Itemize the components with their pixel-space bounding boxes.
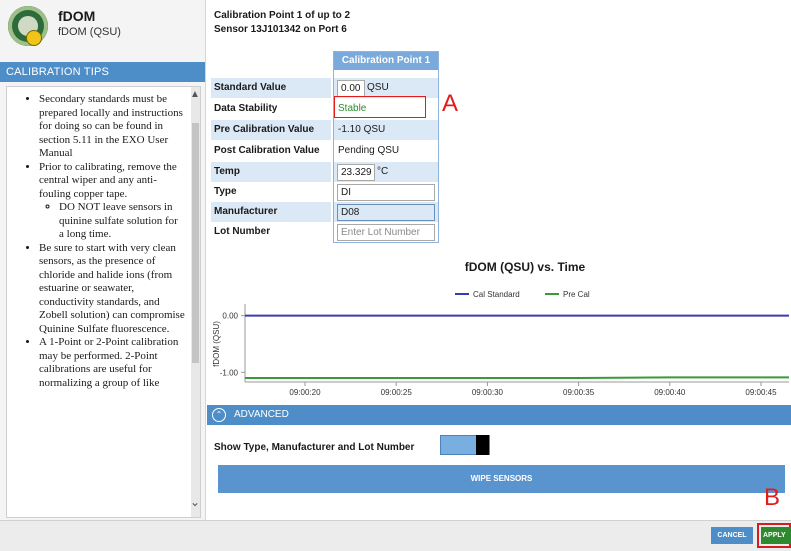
standard-value-unit: QSU	[367, 82, 389, 93]
y-tick-label: 0.00	[222, 312, 238, 321]
cancel-button[interactable]: CANCEL	[711, 527, 753, 544]
standard-value-label: Standard Value	[211, 78, 331, 98]
temp-label: Temp	[211, 162, 331, 182]
tip-item: Be sure to start with very clean sensors…	[39, 242, 185, 337]
x-tick-label: 09:00:40	[654, 388, 686, 397]
lot-number-label: Lot Number	[214, 226, 271, 237]
data-stability-label: Data Stability	[214, 103, 278, 114]
tips-scrollbar-thumb[interactable]	[192, 123, 199, 363]
manufacturer-cell: D08	[334, 202, 438, 222]
y-tick-label: -1.00	[220, 368, 239, 377]
type-input[interactable]: DI	[337, 184, 435, 201]
type-label: Type	[214, 186, 237, 197]
tip-item: Secondary standards must be prepared loc…	[39, 93, 185, 161]
wipe-sensors-button[interactable]: WIPE SENSORS	[218, 465, 785, 493]
lot-number-cell: Enter Lot Number	[334, 222, 438, 242]
calibration-tips-list: Secondary standards must be prepared loc…	[15, 93, 185, 390]
series-line	[245, 376, 789, 379]
manufacturer-label: Manufacturer	[211, 202, 331, 222]
x-tick-label: 09:00:30	[472, 388, 504, 397]
chevron-circle-icon[interactable]: ⌃	[212, 408, 226, 422]
toggle-knob[interactable]	[476, 435, 489, 455]
x-tick-label: 09:00:45	[745, 388, 777, 397]
advanced-section-bar[interactable]	[207, 405, 791, 425]
x-tick-label: 09:00:25	[381, 388, 413, 397]
advanced-label[interactable]: ADVANCED	[234, 409, 289, 420]
x-tick-label: 09:00:20	[289, 388, 321, 397]
sensor-name: fDOM	[58, 8, 96, 24]
type-cell: DI	[334, 182, 438, 202]
pre-calibration-label: Pre Calibration Value	[211, 120, 331, 140]
post-calibration-label: Post Calibration Value	[214, 145, 320, 156]
annotation-marker-a: A	[442, 90, 459, 117]
dialog-footer	[0, 520, 791, 551]
calibration-point-title: Calibration Point 1 of up to 2	[214, 10, 351, 21]
standard-value-input[interactable]: 0.00	[337, 80, 365, 97]
pre-calibration-value: -1.10 QSU	[334, 120, 438, 140]
chevron-down-icon[interactable]: ⌄	[190, 495, 200, 509]
standard-value-cell: 0.00 QSU	[334, 78, 438, 98]
sensor-logo-badge-icon	[26, 30, 42, 46]
data-stability-value: Stable	[338, 103, 367, 114]
apply-button[interactable]: APPLY	[761, 527, 791, 544]
calibration-point-header: Calibration Point 1	[334, 52, 438, 70]
post-calibration-value: Pending QSU	[338, 145, 400, 156]
lot-number-input[interactable]: Enter Lot Number	[337, 224, 435, 241]
scroll-up-icon[interactable]: ▲	[190, 89, 200, 100]
calibration-tips-panel: Secondary standards must be prepared loc…	[6, 86, 201, 518]
data-stability-cell: Stable	[334, 96, 438, 119]
fdom-time-chart: Cal Standard Pre Cal 0.00 -1.00fDOM (QSU) 09…	[212, 290, 789, 397]
annotation-marker-b: B	[764, 484, 781, 511]
x-tick-label: 09:00:35	[563, 388, 595, 397]
legend-label: Cal Standard	[473, 290, 520, 299]
tip-item: A 1-Point or 2-Point calibration may be …	[39, 336, 185, 390]
show-type-label: Show Type, Manufacturer and Lot Number	[214, 442, 415, 453]
legend-label: Pre Cal	[563, 290, 590, 299]
manufacturer-input[interactable]: D08	[337, 204, 435, 221]
chart-title: fDOM (QSU) vs. Time	[464, 260, 586, 274]
sensor-subtitle: fDOM (QSU)	[58, 26, 121, 38]
y-axis-label: fDOM (QSU)	[212, 321, 221, 367]
tip-item: Prior to calibrating, remove the central…	[39, 161, 185, 242]
sensor-port-subtitle: Sensor 13J101342 on Port 6	[214, 24, 347, 35]
temp-unit: °C	[377, 166, 389, 177]
tip-subitem: DO NOT leave sensors in quinine sulfate …	[59, 201, 185, 242]
calibration-tips-header: CALIBRATION TIPS	[0, 62, 205, 82]
temp-cell: 23.329 °C	[334, 162, 438, 182]
temp-input[interactable]: 23.329	[337, 164, 375, 181]
